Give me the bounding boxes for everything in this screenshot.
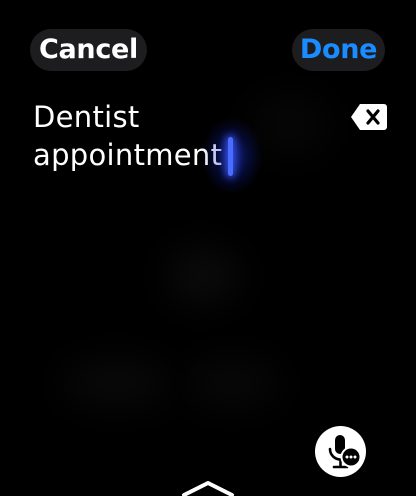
delete-backward-icon bbox=[351, 104, 387, 130]
screen: Cancel Done Dentist appointment bbox=[0, 0, 416, 496]
scroll-up-chevron[interactable] bbox=[180, 478, 236, 496]
background-blur bbox=[185, 360, 280, 406]
text-line-2: appointment bbox=[33, 138, 223, 172]
dictation-button[interactable] bbox=[315, 426, 366, 477]
cancel-button[interactable]: Cancel bbox=[30, 29, 147, 71]
background-blur bbox=[62, 360, 172, 406]
delete-button[interactable] bbox=[350, 102, 388, 132]
text-line-1: Dentist bbox=[33, 100, 140, 134]
text-line-2-wrapper: appointment bbox=[33, 118, 263, 194]
text-input-field[interactable]: Dentist appointment bbox=[33, 98, 323, 194]
microphone-dictation-icon bbox=[328, 435, 362, 469]
background-blur bbox=[168, 248, 238, 304]
done-button[interactable]: Done bbox=[292, 29, 385, 71]
text-cursor bbox=[228, 137, 234, 176]
chevron-up-icon bbox=[182, 481, 234, 496]
